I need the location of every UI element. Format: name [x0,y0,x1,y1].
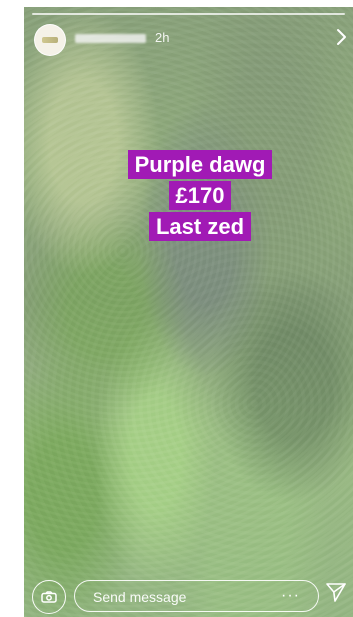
avatar-logo [42,37,58,43]
caption-line: £170 [168,181,232,210]
chevron-right-icon[interactable] [335,28,349,46]
story-viewer[interactable]: 2h Purple dawg £170 Last zed Send messag… [24,7,353,617]
send-message-input[interactable]: Send message ··· [74,580,319,612]
camera-button[interactable] [32,580,66,614]
avatar[interactable] [34,24,66,56]
caption-line: Purple dawg [127,150,273,179]
send-message-placeholder: Send message [93,589,187,605]
more-icon[interactable]: ··· [281,587,300,605]
username[interactable] [75,34,146,43]
story-caption: Purple dawg £170 Last zed [115,149,285,242]
send-icon[interactable] [325,581,347,603]
camera-icon [41,591,57,603]
story-timestamp: 2h [155,30,170,45]
caption-line: Last zed [148,212,252,241]
story-reply-bar: Send message ··· [24,573,353,617]
story-progress-bar [32,13,345,15]
